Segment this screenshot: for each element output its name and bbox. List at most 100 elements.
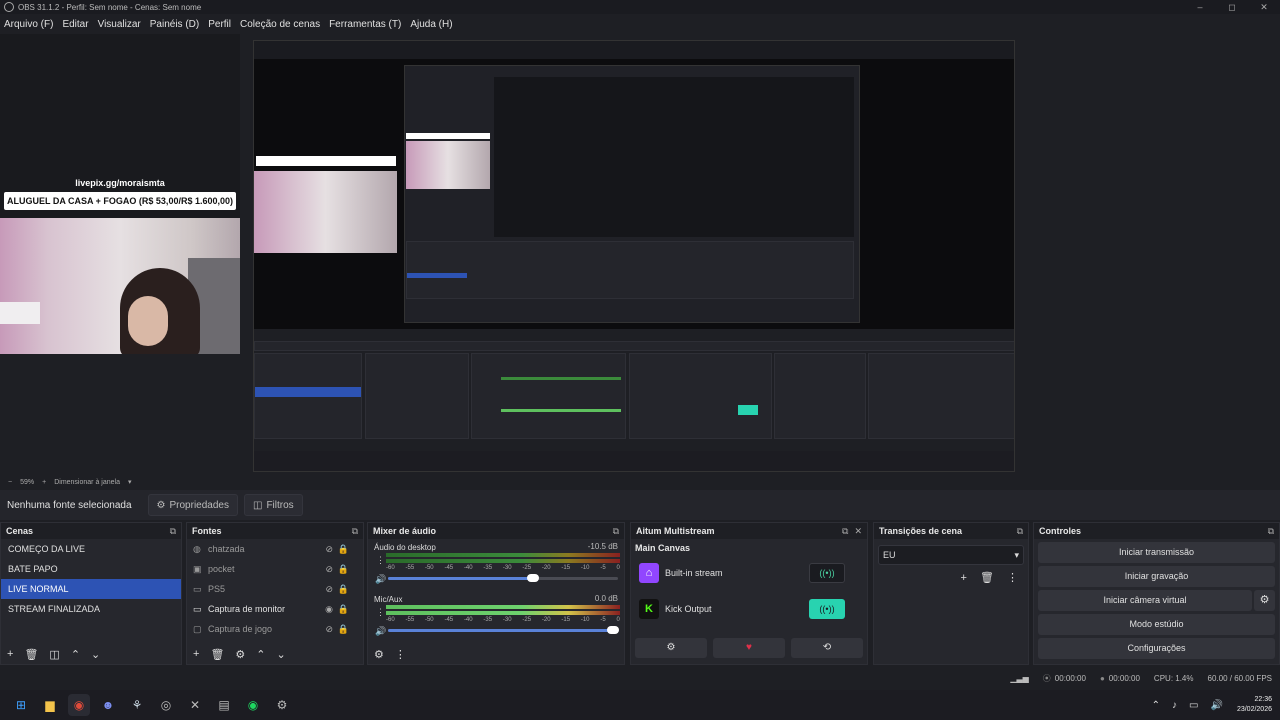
transitions-title: Transições de cena: [879, 526, 963, 536]
network-icon[interactable]: ▭: [1189, 700, 1198, 711]
eye-hidden-icon[interactable]: ⊘: [325, 544, 333, 555]
zoom-in-button[interactable]: +: [42, 479, 46, 486]
volume-slider[interactable]: [388, 626, 620, 634]
volume-icon[interactable]: 🔊: [1211, 700, 1223, 711]
volume-knob[interactable]: [607, 626, 620, 634]
lock-icon[interactable]: 🔒: [338, 624, 349, 635]
speaker-icon[interactable]: 🔊: [375, 626, 386, 637]
clock[interactable]: 22:36 23/02/2026: [1237, 695, 1272, 715]
close-button[interactable]: ✕: [1248, 0, 1280, 14]
studio-mode-button[interactable]: Modo estúdio: [1038, 614, 1275, 635]
filter-icon[interactable]: ◫: [49, 648, 59, 661]
gear-icon[interactable]: ⚙: [1254, 590, 1275, 611]
volume-meter: [386, 605, 620, 609]
source-item[interactable]: ▣ pocket ⊘ 🔒: [187, 559, 363, 579]
obs-icon[interactable]: ◎: [155, 694, 177, 716]
stream-toggle-button[interactable]: ((•)): [809, 599, 845, 619]
refresh-button[interactable]: ⟲: [791, 638, 863, 658]
gear-icon[interactable]: ⚙: [235, 648, 245, 661]
start-virtual-camera-button[interactable]: Iniciar câmera virtual: [1038, 590, 1252, 611]
move-down-icon[interactable]: ⌄: [277, 648, 286, 661]
dock-float-icon[interactable]: ⧉: [613, 526, 619, 536]
more-options-icon[interactable]: ⋮: [376, 555, 385, 566]
scene-item[interactable]: STREAM FINALIZADA: [1, 599, 181, 619]
add-source-button[interactable]: +: [193, 648, 199, 660]
source-item[interactable]: ◍ chatzada ⊘ 🔒: [187, 539, 363, 559]
chevron-down-icon[interactable]: ▾: [128, 478, 132, 486]
menu-editar[interactable]: Editar: [62, 19, 88, 30]
more-options-icon[interactable]: ⋮: [1007, 572, 1018, 584]
windows-start-icon[interactable]: ⊞: [10, 694, 32, 716]
menu-perfil[interactable]: Perfil: [208, 19, 231, 30]
lock-icon[interactable]: 🔒: [338, 604, 349, 615]
trash-icon[interactable]: 🗑: [24, 648, 38, 661]
menu-paineis[interactable]: Painéis (D): [150, 19, 199, 30]
trash-icon[interactable]: 🗑: [210, 648, 224, 661]
more-options-icon[interactable]: ⋮: [376, 607, 385, 618]
advanced-audio-icon[interactable]: ⚙: [374, 648, 384, 661]
eye-hidden-icon[interactable]: ⊘: [325, 564, 333, 575]
dock-float-icon[interactable]: ⧉: [1017, 526, 1023, 536]
menu-arquivo[interactable]: Arquivo (F): [4, 19, 53, 30]
volume-fill: [388, 577, 533, 580]
discord-icon[interactable]: ☻: [97, 694, 119, 716]
lock-icon[interactable]: 🔒: [338, 564, 349, 575]
menu-colecao-cenas[interactable]: Coleção de cenas: [240, 19, 320, 30]
eye-hidden-icon[interactable]: ⊘: [325, 584, 333, 595]
eye-hidden-icon[interactable]: ⊘: [325, 624, 333, 635]
volume-slider[interactable]: [388, 574, 618, 582]
move-down-icon[interactable]: ⌄: [91, 648, 100, 661]
lock-icon[interactable]: 🔒: [338, 584, 349, 595]
output-name: Built-in stream: [665, 568, 723, 578]
close-icon[interactable]: ✕: [854, 526, 862, 536]
start-record-button[interactable]: Iniciar gravação: [1038, 566, 1275, 587]
zoom-out-button[interactable]: −: [8, 479, 12, 486]
donate-heart-button[interactable]: ♥: [713, 638, 785, 658]
transition-select[interactable]: EU ▾: [878, 545, 1024, 565]
move-up-icon[interactable]: ⌃: [71, 648, 80, 661]
source-item[interactable]: ▭ Captura de monitor ◉ 🔒: [187, 599, 363, 619]
dock-float-icon[interactable]: ⧉: [1268, 526, 1274, 536]
mic-icon[interactable]: ♪: [1172, 700, 1177, 711]
app-window-icon[interactable]: ▤: [213, 694, 235, 716]
multistream-dock: Aitum Multistream ⧉ ✕ Main Canvas ⌂ Built…: [630, 522, 868, 665]
menu-ajuda[interactable]: Ajuda (H): [410, 19, 452, 30]
start-stream-button[interactable]: Iniciar transmissão: [1038, 542, 1275, 563]
trash-icon[interactable]: 🗑: [980, 572, 994, 584]
add-scene-button[interactable]: +: [7, 648, 13, 660]
steam-icon[interactable]: ⚘: [126, 694, 148, 716]
tools-icon[interactable]: ✕: [184, 694, 206, 716]
minimize-button[interactable]: –: [1184, 0, 1216, 14]
move-up-icon[interactable]: ⌃: [256, 648, 265, 661]
add-transition-button[interactable]: +: [960, 572, 966, 584]
file-explorer-icon[interactable]: ▆: [39, 694, 61, 716]
menu-visualizar[interactable]: Visualizar: [98, 19, 141, 30]
maximize-button[interactable]: ◻: [1216, 0, 1248, 14]
chrome-icon[interactable]: ◉: [68, 694, 90, 716]
eye-icon[interactable]: ◉: [325, 604, 333, 615]
dock-float-icon[interactable]: ⧉: [170, 526, 176, 536]
menu-ferramentas[interactable]: Ferramentas (T): [329, 19, 401, 30]
stream-time: 00:00:00: [1054, 673, 1086, 683]
lock-icon[interactable]: 🔒: [338, 544, 349, 555]
settings-button[interactable]: Configurações: [1038, 638, 1275, 659]
stream-toggle-button[interactable]: ((•)): [809, 563, 845, 583]
preview-canvas[interactable]: livepix.gg/moraismta ALUGUEL DA CASA + F…: [0, 34, 1280, 474]
more-options-icon[interactable]: ⋮: [395, 648, 406, 661]
scene-item-active[interactable]: LIVE NORMAL: [1, 579, 181, 599]
source-item[interactable]: ▭ PS5 ⊘ 🔒: [187, 579, 363, 599]
chevron-up-icon[interactable]: ⌃: [1152, 700, 1160, 711]
scene-item[interactable]: COMEÇO DA LIVE: [1, 539, 181, 559]
filters-button[interactable]: ◫ Filtros: [243, 494, 303, 516]
scene-item[interactable]: BATE PAPO: [1, 559, 181, 579]
settings-button[interactable]: ⚙: [635, 638, 707, 658]
settings-icon[interactable]: ⚙: [271, 694, 293, 716]
spotify-icon[interactable]: ◉: [242, 694, 264, 716]
speaker-icon[interactable]: 🔊: [375, 574, 386, 585]
dock-float-icon[interactable]: ⧉: [352, 526, 358, 536]
source-item[interactable]: ▢ Captura de jogo ⊘ 🔒: [187, 619, 363, 639]
volume-knob[interactable]: [526, 574, 539, 582]
properties-button[interactable]: ⚙ Propriedades: [147, 494, 238, 516]
zoom-mode-select[interactable]: Dimensionar à janela: [54, 479, 120, 486]
dock-float-icon[interactable]: ⧉: [842, 526, 848, 536]
